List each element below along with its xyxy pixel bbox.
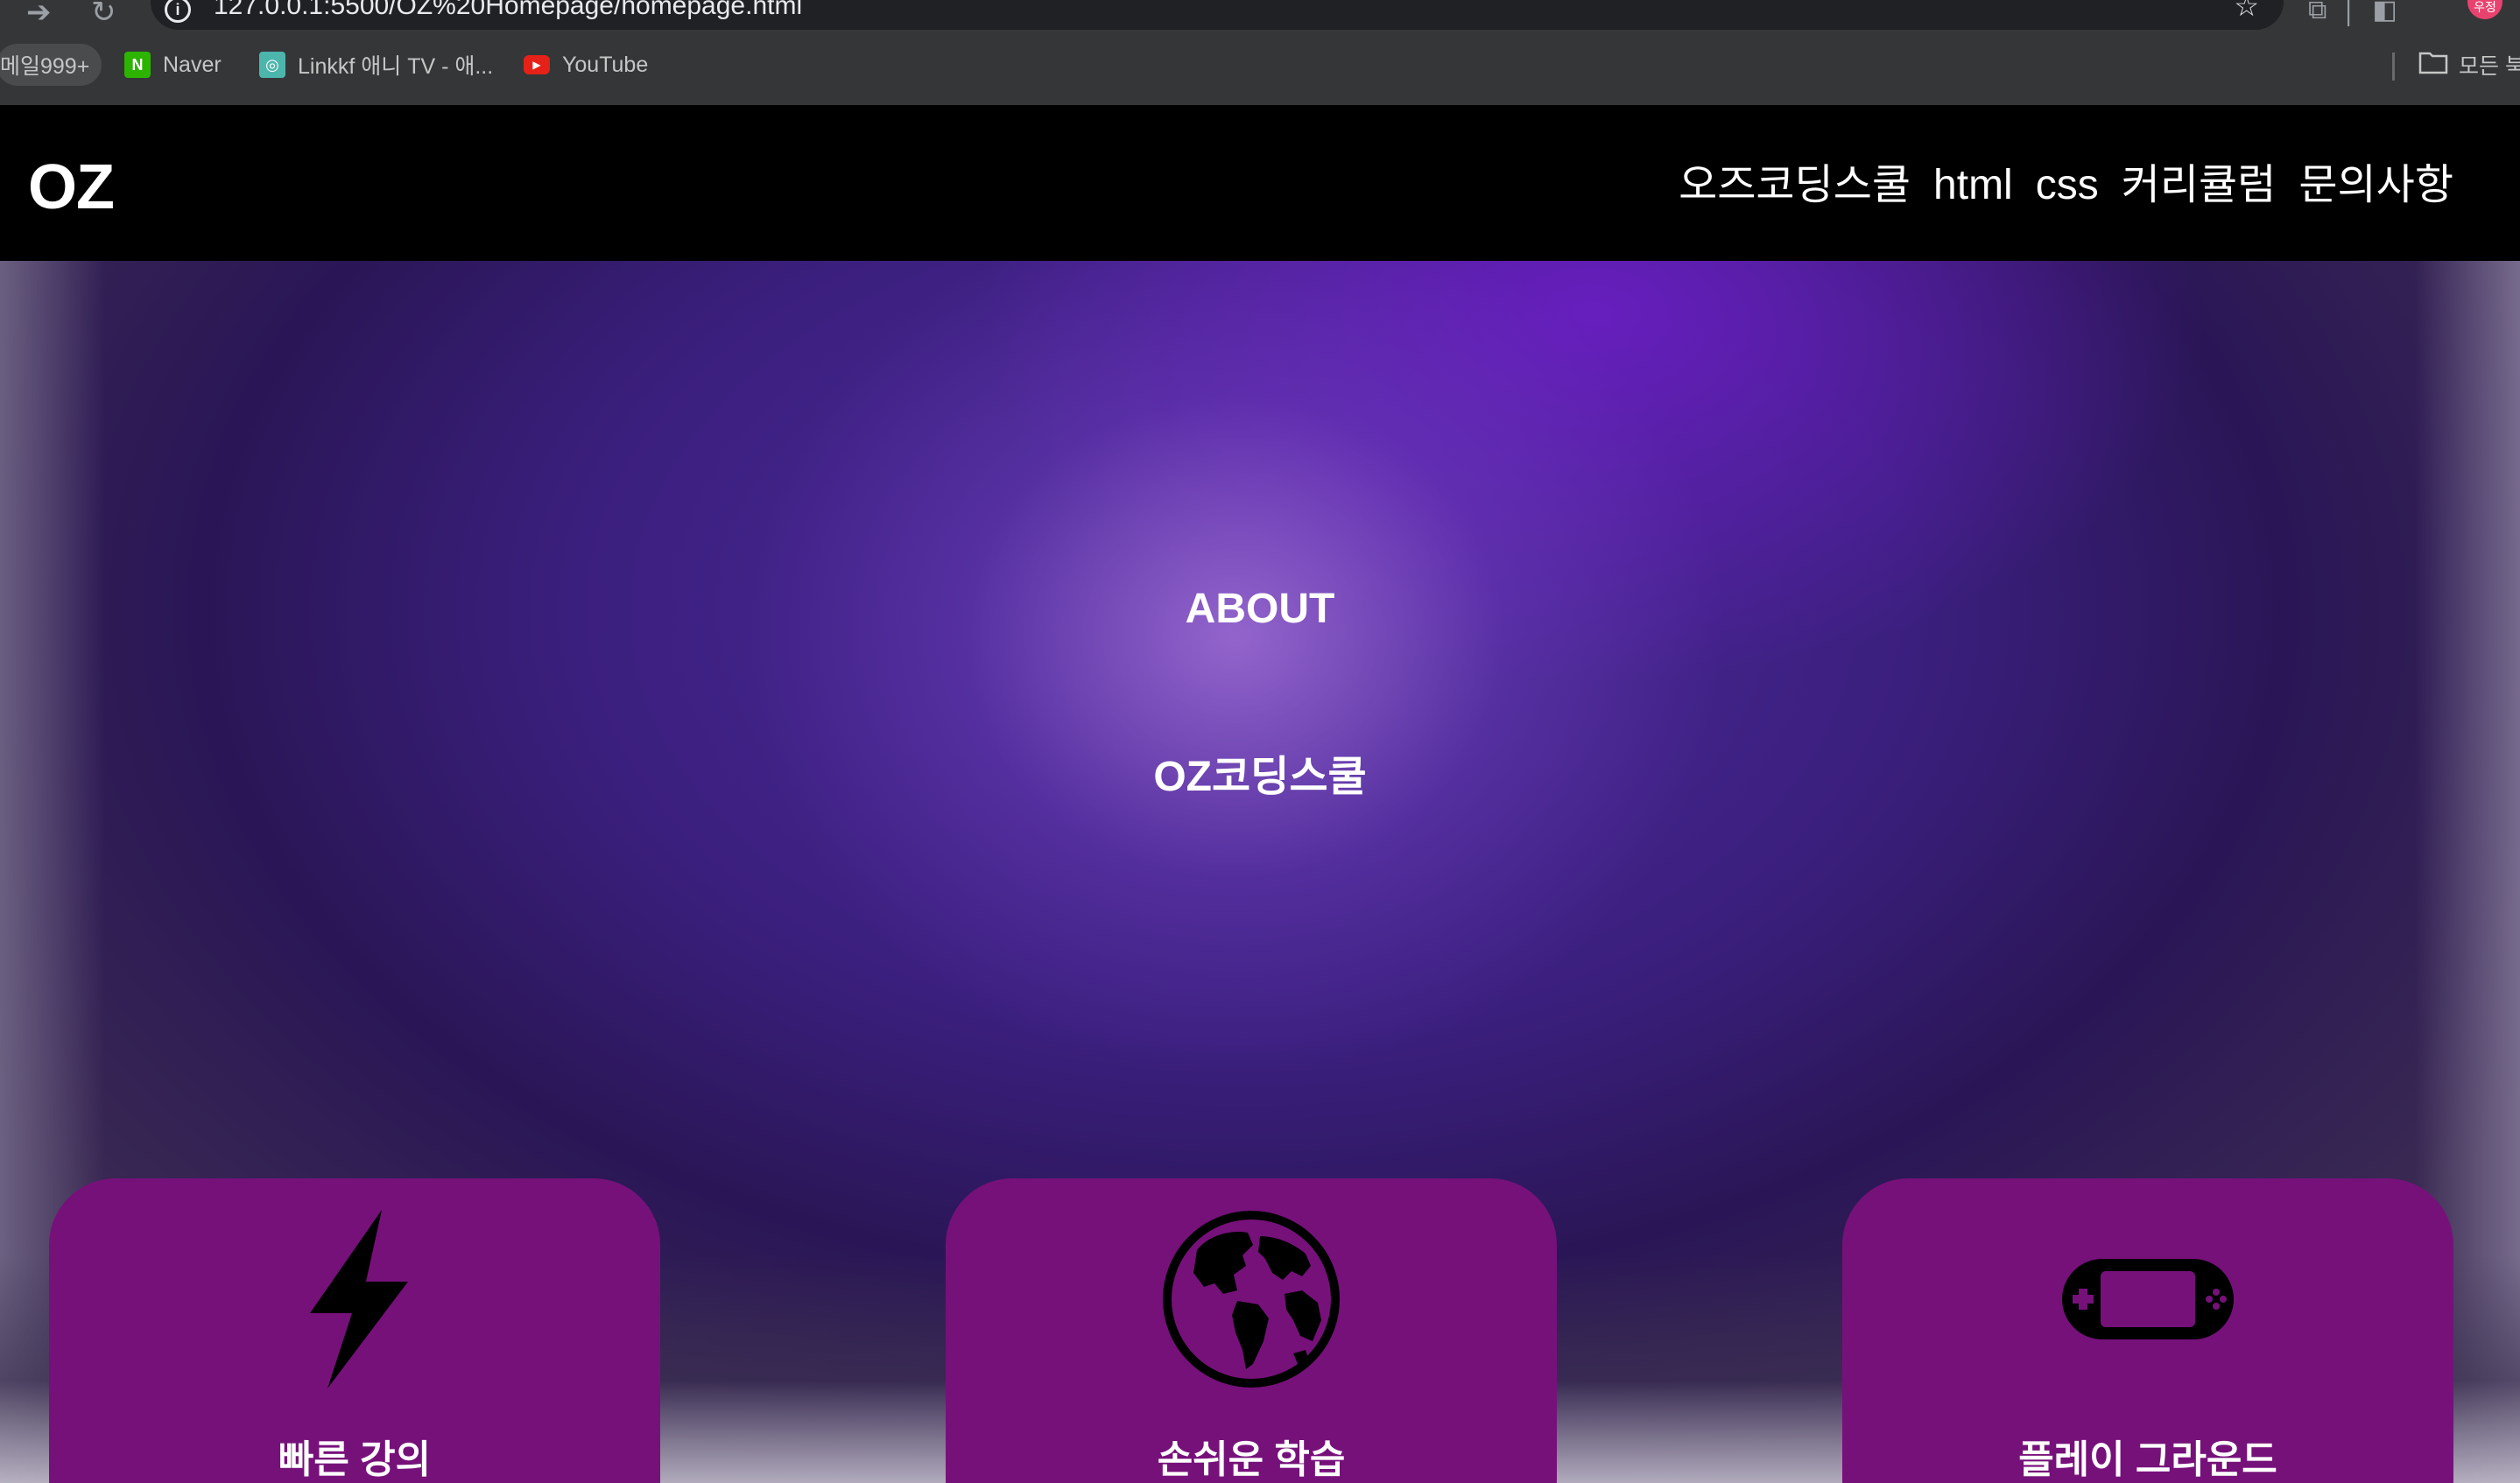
profile-avatar[interactable]: 우정 [2467,0,2502,19]
feature-card-label: 빠른 강의 [278,1438,432,1481]
hero-subtitle: OZ코딩스쿨 [1153,754,1367,800]
site-info-icon[interactable]: i [165,0,191,23]
web-page: OZ 오즈코딩스쿨 html css 커리큘럼 문의사항 ABOUT OZ코딩스… [0,105,2520,1483]
nav-link-css[interactable]: css [2036,159,2099,212]
url-text[interactable]: 127.0.0.1:5500/OZ%20Homepage/homepage.ht… [214,0,802,21]
lightning-icon [49,1210,660,1388]
forward-icon[interactable]: ➔ [26,0,52,30]
bookmark-label: Linkkf 애니 TV - 애... [298,54,494,79]
feature-card-easy-learning[interactable]: 손쉬운 학습 [946,1178,1557,1483]
gamepad-icon [1842,1210,2453,1388]
bookmark-label: 모든 북 [2459,54,2520,79]
youtube-icon: ▶ [524,55,550,74]
nav-link-html[interactable]: html [1933,159,2013,212]
bookmarks-divider [2392,53,2395,81]
extensions-icon[interactable]: ⧉ │ ◧ [2308,0,2397,25]
address-bar[interactable]: i 127.0.0.1:5500/OZ%20Homepage/homepage.… [151,0,2284,30]
bookmark-naver[interactable]: N Naver [124,44,222,86]
naver-icon: N [124,52,151,78]
globe-icon [946,1210,1557,1388]
site-header: OZ 오즈코딩스쿨 html css 커리큘럼 문의사항 [0,105,2520,261]
browser-chrome: ➔ ↻ i 127.0.0.1:5500/OZ%20Homepage/homep… [0,0,2520,105]
bookmark-youtube[interactable]: ▶ YouTube [524,44,648,86]
bookmark-label: YouTube [562,52,649,77]
bookmarks-bar: 메일999+ N Naver ◎ Linkkf 애니 TV - 애... ▶ Y… [0,39,2520,95]
feature-card-fast-lecture[interactable]: 빠른 강의 [49,1178,660,1483]
linkkf-icon: ◎ [259,52,285,78]
bookmark-linkkf[interactable]: ◎ Linkkf 애니 TV - 애... [259,44,493,86]
nav-link-ozcodingschool[interactable]: 오즈코딩스쿨 [1679,159,1911,212]
feature-card-label: 플레이 그라운드 [2018,1438,2277,1481]
bookmark-label: 메일999+ [0,54,90,79]
all-bookmarks[interactable]: 모든 북 [2418,44,2520,86]
feature-card-label: 손쉬운 학습 [1157,1438,1346,1481]
folder-icon [2418,50,2448,81]
hero-title: ABOUT [1185,586,1335,632]
bookmark-mail[interactable]: 메일999+ [0,44,102,86]
site-logo[interactable]: OZ [28,152,115,222]
address-row: ➔ ↻ i 127.0.0.1:5500/OZ%20Homepage/homep… [0,0,2520,35]
nav-link-curriculum[interactable]: 커리큘럼 [2122,159,2277,212]
site-nav: 오즈코딩스쿨 html css 커리큘럼 문의사항 [1679,159,2453,212]
reload-icon[interactable]: ↻ [91,0,116,30]
bookmark-label: Naver [163,52,222,77]
bookmark-star-icon[interactable]: ☆ [2234,0,2259,21]
nav-link-inquiry[interactable]: 문의사항 [2298,159,2453,212]
feature-card-playground[interactable]: 플레이 그라운드 [1842,1178,2453,1483]
